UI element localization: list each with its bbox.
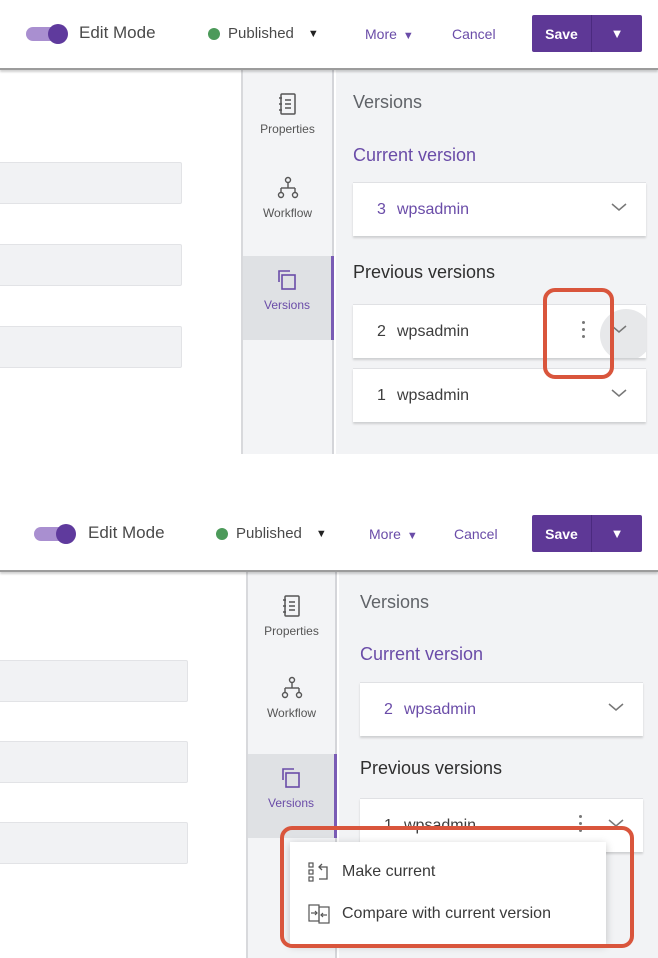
rail-item-workflow[interactable]: Workflow: [243, 164, 332, 248]
version-row[interactable]: 2 wpsadmin: [353, 304, 646, 358]
version-user: wpsadmin: [404, 700, 477, 718]
menu-item-label: Compare with current version: [342, 905, 551, 922]
status-dot-icon: [208, 27, 220, 40]
overflow-menu-icon[interactable]: [577, 815, 583, 832]
version-user: wpsadmin: [397, 200, 470, 218]
toggle-knob: [56, 524, 76, 544]
rail-item-versions[interactable]: Versions: [243, 256, 334, 340]
more-label: More: [369, 526, 401, 542]
cancel-button[interactable]: Cancel: [452, 26, 496, 42]
save-options-caret-icon[interactable]: ▼: [592, 515, 642, 552]
save-button[interactable]: Save: [532, 15, 592, 52]
overflow-menu-icon[interactable]: [580, 321, 586, 338]
current-version-heading: Current version: [353, 145, 477, 165]
status-dot-icon: [216, 527, 228, 540]
screenshot-panel-after: Edit Mode Published ▼ More ▼ Cancel Save …: [0, 500, 658, 958]
more-menu-button[interactable]: More ▼: [369, 526, 418, 542]
version-number: 2: [384, 700, 393, 718]
side-rail: Properties Workflow Versions: [241, 70, 334, 454]
rail-item-properties[interactable]: Properties: [243, 80, 332, 164]
rail-label: Workflow: [266, 706, 317, 720]
chevron-down-icon[interactable]: [610, 323, 628, 335]
versions-panel: Versions Current version 3 wpsadmin Prev…: [336, 70, 658, 454]
status-label: Published: [228, 25, 294, 42]
form-field[interactable]: [0, 244, 182, 286]
version-context-menu: Make current Compare with current versio…: [290, 842, 606, 944]
caret-down-icon: ▼: [315, 527, 327, 540]
properties-icon: [282, 595, 300, 617]
menu-item-label: Make current: [342, 863, 436, 880]
compare-icon: [308, 904, 330, 924]
version-number: 1: [377, 386, 386, 404]
current-version-heading: Current version: [360, 644, 484, 664]
chevron-down-icon[interactable]: [607, 701, 625, 713]
status-dropdown[interactable]: Published ▼: [216, 525, 327, 542]
cancel-button[interactable]: Cancel: [454, 526, 498, 542]
menu-item-make-current[interactable]: Make current: [290, 852, 606, 892]
form-field[interactable]: [0, 822, 188, 864]
caret-down-icon: ▼: [402, 30, 414, 42]
version-user: wpsadmin: [404, 816, 477, 834]
edit-mode-toggle[interactable]: [34, 524, 78, 544]
save-split-button: Save ▼: [532, 515, 642, 552]
versions-icon: [278, 270, 296, 290]
caret-down-icon: ▼: [406, 530, 418, 542]
form-field[interactable]: [0, 741, 188, 783]
chevron-down-icon[interactable]: [610, 387, 628, 399]
panel-title: Versions: [353, 92, 423, 112]
workflow-icon: [277, 176, 298, 199]
chevron-down-icon[interactable]: [610, 201, 628, 213]
toggle-knob: [48, 24, 68, 44]
chevron-down-icon[interactable]: [607, 817, 625, 829]
menu-item-compare[interactable]: Compare with current version: [290, 894, 606, 934]
caret-down-icon: ▼: [307, 27, 319, 40]
version-user: wpsadmin: [397, 322, 470, 340]
rail-label: Properties: [260, 122, 315, 136]
version-number: 3: [377, 200, 386, 218]
screenshot-panel-before: Edit Mode Published ▼ More ▼ Cancel Save …: [0, 0, 658, 454]
form-field[interactable]: [0, 162, 182, 204]
panel-title: Versions: [360, 592, 430, 612]
save-split-button: Save ▼: [532, 15, 642, 52]
version-row[interactable]: 1 wpsadmin: [353, 368, 646, 422]
status-label: Published: [236, 525, 302, 542]
form-field[interactable]: [0, 326, 182, 368]
version-number: 2: [377, 322, 386, 340]
rail-item-versions[interactable]: Versions: [248, 754, 337, 838]
rail-item-workflow[interactable]: Workflow: [248, 664, 335, 748]
current-version-row[interactable]: 3 wpsadmin: [353, 182, 646, 236]
previous-versions-heading: Previous versions: [353, 262, 496, 282]
properties-icon: [278, 93, 296, 115]
rail-label: Versions: [263, 298, 311, 312]
status-dropdown[interactable]: Published ▼: [208, 25, 319, 42]
version-number: 1: [384, 816, 393, 834]
rail-label: Versions: [267, 796, 315, 810]
versions-icon: [282, 768, 300, 788]
editor-toolbar: Edit Mode Published ▼ More ▼ Cancel Save …: [0, 500, 658, 572]
version-user: wpsadmin: [397, 386, 470, 404]
form-field[interactable]: [0, 660, 188, 702]
workflow-icon: [281, 676, 302, 699]
current-version-row[interactable]: 2 wpsadmin: [360, 682, 643, 736]
rail-item-properties[interactable]: Properties: [248, 582, 335, 666]
save-button[interactable]: Save: [532, 515, 592, 552]
save-options-caret-icon[interactable]: ▼: [592, 15, 642, 52]
editor-toolbar: Edit Mode Published ▼ More ▼ Cancel Save …: [0, 0, 658, 70]
edit-mode-toggle[interactable]: [26, 24, 70, 44]
rail-label: Properties: [264, 624, 319, 638]
rail-label: Workflow: [262, 206, 313, 220]
previous-versions-heading: Previous versions: [360, 758, 503, 778]
more-label: More: [365, 26, 397, 42]
edit-mode-label: Edit Mode: [79, 23, 156, 42]
more-menu-button[interactable]: More ▼: [365, 26, 414, 42]
make-current-icon: [308, 862, 328, 882]
edit-mode-label: Edit Mode: [88, 523, 165, 542]
